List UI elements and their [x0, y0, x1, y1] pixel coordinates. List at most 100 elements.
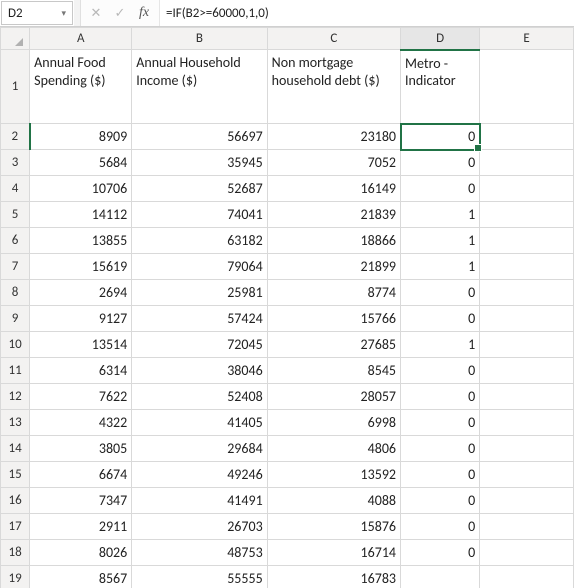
row-header-8[interactable]: 8: [1, 280, 30, 306]
row-header-1[interactable]: 1: [1, 50, 30, 124]
insert-function-button[interactable]: fx: [137, 5, 151, 21]
row-header-13[interactable]: 13: [1, 410, 30, 436]
cell-A16[interactable]: 7347: [30, 488, 132, 514]
cell-C11[interactable]: 8545: [267, 358, 400, 384]
cancel-icon[interactable]: ✕: [89, 5, 103, 21]
cell-A9[interactable]: 9127: [30, 306, 132, 332]
row-header-12[interactable]: 12: [1, 384, 30, 410]
cell-D8[interactable]: 0: [401, 280, 480, 306]
cell-A18[interactable]: 8026: [30, 540, 132, 566]
row-header-19[interactable]: 19: [1, 566, 30, 588]
cell-A1[interactable]: Annual Food Spending ($): [30, 50, 132, 124]
cell-E10[interactable]: [480, 332, 574, 358]
cell-C10[interactable]: 27685: [267, 332, 400, 358]
formula-input[interactable]: =IF(B2>=60000,1,0): [159, 0, 574, 26]
cell-B7[interactable]: 79064: [132, 254, 267, 280]
column-header-C[interactable]: C: [267, 28, 400, 50]
row-header-2[interactable]: 2: [1, 124, 30, 150]
cell-D9[interactable]: 0: [401, 306, 480, 332]
row-header-7[interactable]: 7: [1, 254, 30, 280]
cell-E14[interactable]: [480, 436, 574, 462]
column-header-D[interactable]: D: [401, 28, 480, 50]
row-header-14[interactable]: 14: [1, 436, 30, 462]
cell-A12[interactable]: 7622: [30, 384, 132, 410]
cell-D10[interactable]: 1: [401, 332, 480, 358]
cell-C12[interactable]: 28057: [267, 384, 400, 410]
cell-A7[interactable]: 15619: [30, 254, 132, 280]
cell-A13[interactable]: 4322: [30, 410, 132, 436]
cell-A11[interactable]: 6314: [30, 358, 132, 384]
cell-E5[interactable]: [480, 202, 574, 228]
cell-A4[interactable]: 10706: [30, 176, 132, 202]
cell-C19[interactable]: 16783: [267, 566, 400, 588]
cell-D14[interactable]: 0: [401, 436, 480, 462]
column-header-B[interactable]: B: [132, 28, 267, 50]
row-header-9[interactable]: 9: [1, 306, 30, 332]
cell-D1[interactable]: Metro - Indicator: [401, 50, 480, 124]
cell-E4[interactable]: [480, 176, 574, 202]
cell-E19[interactable]: [480, 566, 574, 588]
cell-D6[interactable]: 1: [401, 228, 480, 254]
cell-E11[interactable]: [480, 358, 574, 384]
cell-D13[interactable]: 0: [401, 410, 480, 436]
cell-C6[interactable]: 18866: [267, 228, 400, 254]
cell-B3[interactable]: 35945: [132, 150, 267, 176]
cell-A14[interactable]: 3805: [30, 436, 132, 462]
cell-D7[interactable]: 1: [401, 254, 480, 280]
cell-D16[interactable]: 0: [401, 488, 480, 514]
cell-B17[interactable]: 26703: [132, 514, 267, 540]
cell-E7[interactable]: [480, 254, 574, 280]
cell-D12[interactable]: 0: [401, 384, 480, 410]
name-box-dropdown-icon[interactable]: ▾: [61, 8, 66, 19]
row-header-10[interactable]: 10: [1, 332, 30, 358]
cell-C18[interactable]: 16714: [267, 540, 400, 566]
cell-B13[interactable]: 41405: [132, 410, 267, 436]
row-header-16[interactable]: 16: [1, 488, 30, 514]
cell-D3[interactable]: 0: [401, 150, 480, 176]
select-all-corner[interactable]: [1, 28, 30, 50]
cell-D11[interactable]: 0: [401, 358, 480, 384]
cell-C2[interactable]: 23180: [267, 124, 400, 150]
cell-E15[interactable]: [480, 462, 574, 488]
cell-C1[interactable]: Non mortgage household debt ($): [267, 50, 400, 124]
cell-E18[interactable]: [480, 540, 574, 566]
row-header-5[interactable]: 5: [1, 202, 30, 228]
cell-A5[interactable]: 14112: [30, 202, 132, 228]
cell-D4[interactable]: 0: [401, 176, 480, 202]
cell-A10[interactable]: 13514: [30, 332, 132, 358]
cell-B10[interactable]: 72045: [132, 332, 267, 358]
cell-A8[interactable]: 2694: [30, 280, 132, 306]
cell-B16[interactable]: 41491: [132, 488, 267, 514]
cell-C3[interactable]: 7052: [267, 150, 400, 176]
cell-D15[interactable]: 0: [401, 462, 480, 488]
cell-E9[interactable]: [480, 306, 574, 332]
cell-A6[interactable]: 13855: [30, 228, 132, 254]
cell-A15[interactable]: 6674: [30, 462, 132, 488]
cell-A2[interactable]: 8909: [30, 124, 132, 150]
cell-C15[interactable]: 13592: [267, 462, 400, 488]
cell-E12[interactable]: [480, 384, 574, 410]
cell-C17[interactable]: 15876: [267, 514, 400, 540]
name-box[interactable]: D2 ▾: [1, 1, 73, 25]
cell-A19[interactable]: 8567: [30, 566, 132, 588]
cell-B2[interactable]: 56697: [132, 124, 267, 150]
row-header-4[interactable]: 4: [1, 176, 30, 202]
cell-D17[interactable]: 0: [401, 514, 480, 540]
cell-C9[interactable]: 15766: [267, 306, 400, 332]
row-header-6[interactable]: 6: [1, 228, 30, 254]
column-header-E[interactable]: E: [480, 28, 574, 50]
cell-E17[interactable]: [480, 514, 574, 540]
cell-D2[interactable]: 0: [401, 124, 480, 150]
cell-E3[interactable]: [480, 150, 574, 176]
cell-B14[interactable]: 29684: [132, 436, 267, 462]
row-header-11[interactable]: 11: [1, 358, 30, 384]
cell-A3[interactable]: 5684: [30, 150, 132, 176]
column-header-A[interactable]: A: [30, 28, 132, 50]
cell-B6[interactable]: 63182: [132, 228, 267, 254]
row-header-3[interactable]: 3: [1, 150, 30, 176]
cell-C14[interactable]: 4806: [267, 436, 400, 462]
cell-E8[interactable]: [480, 280, 574, 306]
cell-B8[interactable]: 25981: [132, 280, 267, 306]
cell-C7[interactable]: 21899: [267, 254, 400, 280]
enter-icon[interactable]: ✓: [113, 5, 127, 21]
